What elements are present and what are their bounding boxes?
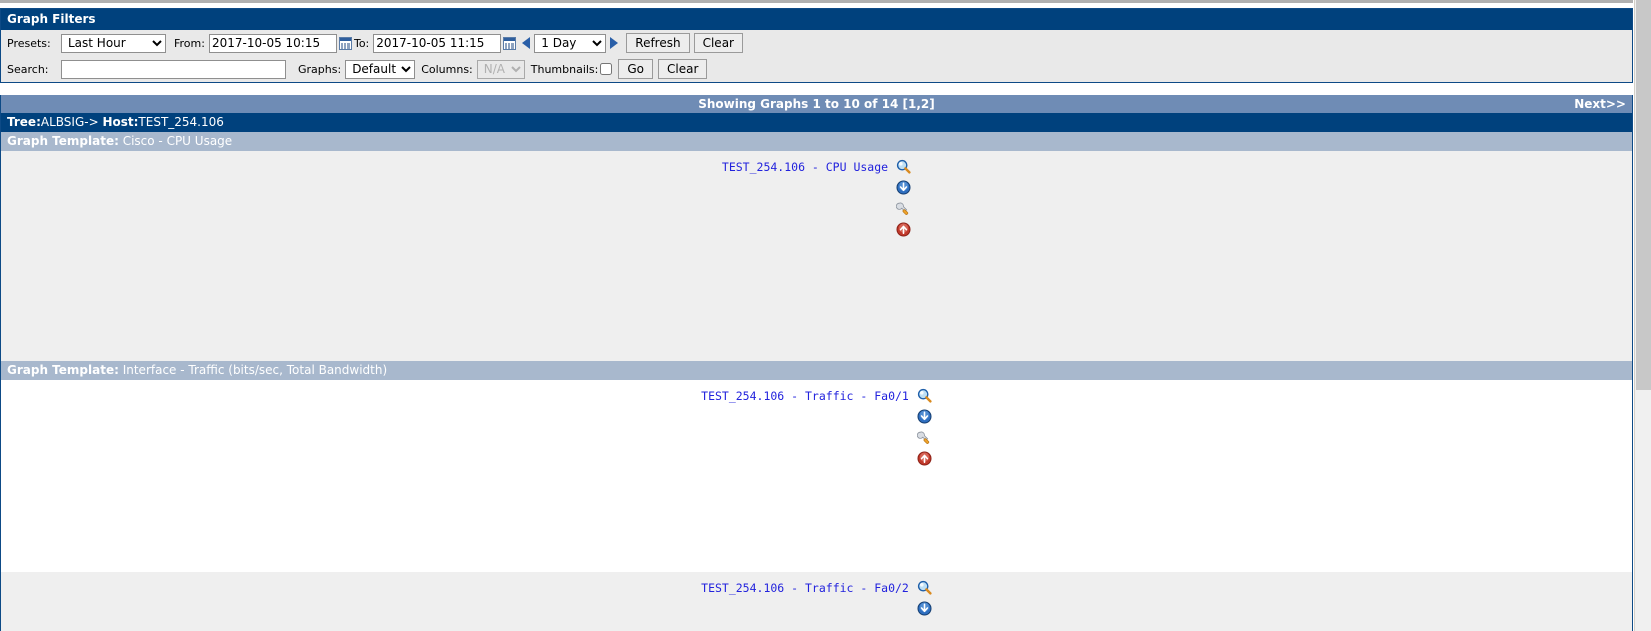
graph-block: TEST_254.106 - Traffic - Fa0/2	[1, 572, 1632, 631]
template-value-label: Interface - Traffic (bits/sec, Total Ban…	[118, 363, 388, 377]
arrow-left-icon[interactable]	[522, 37, 531, 49]
filter-row-1: Presets: Last Hour From: To: 1 Day Refre…	[1, 30, 1632, 56]
csv-export-icon[interactable]	[896, 180, 911, 195]
graph-inner: TEST_254.106 - Traffic - Fa0/2	[1, 572, 1632, 616]
search-label: Search:	[7, 62, 49, 76]
template-value-label: Cisco - CPU Usage	[118, 134, 233, 148]
graph-title-link[interactable]: TEST_254.106 - Traffic - Fa0/1	[701, 388, 909, 403]
thumbnails-checkbox[interactable]	[600, 63, 613, 75]
page-top-icon[interactable]	[896, 222, 911, 237]
clear-button[interactable]: Clear	[693, 33, 743, 53]
filter-row-2: Search: Graphs: Default Columns: N/A Thu…	[1, 56, 1632, 82]
properties-wrench-icon[interactable]	[895, 201, 911, 216]
calendar-icon[interactable]	[503, 36, 517, 50]
graph-action-icons	[916, 388, 932, 466]
calendar-icon[interactable]	[338, 36, 352, 50]
go-button[interactable]: Go	[618, 59, 654, 79]
columns-select[interactable]: N/A	[476, 59, 525, 79]
top-shadow-line	[0, 0, 1633, 3]
presets-select[interactable]: Last Hour	[61, 33, 166, 53]
graph-template-header: Graph Template: Cisco - CPU Usage	[1, 132, 1632, 151]
csv-export-icon[interactable]	[917, 601, 932, 616]
host-key-label: Host:	[102, 115, 139, 129]
graph-results-area: Showing Graphs 1 to 10 of 14 [1,2] Next>…	[0, 95, 1633, 631]
csv-export-icon[interactable]	[917, 409, 932, 424]
zoom-icon[interactable]	[896, 159, 911, 174]
from-label: From:	[174, 36, 205, 50]
host-value-label: TEST_254.106	[138, 115, 224, 129]
tree-key-label: Tree:	[7, 115, 41, 129]
presets-label: Presets:	[7, 36, 51, 50]
zoom-icon[interactable]	[917, 580, 932, 595]
paging-text: Showing Graphs 1 to 10 of 14 [1,2]	[698, 97, 935, 111]
graphs-label: Graphs:	[298, 62, 342, 76]
clear-filters-button[interactable]: Clear	[658, 59, 708, 79]
graphs-per-page-select[interactable]: Default	[345, 59, 416, 79]
refresh-button[interactable]: Refresh	[626, 33, 690, 53]
template-key-label: Graph Template:	[7, 134, 119, 148]
graph-cell: TEST_254.106 - CPU Usage	[722, 159, 911, 237]
interval-select[interactable]: 1 Day	[534, 33, 607, 53]
page-top-icon[interactable]	[917, 451, 932, 466]
graph-inner: TEST_254.106 - Traffic - Fa0/1	[1, 380, 1632, 466]
paging-bar: Showing Graphs 1 to 10 of 14 [1,2] Next>…	[1, 95, 1632, 113]
graph-template-header: Graph Template: Interface - Traffic (bit…	[1, 361, 1632, 380]
graph-filters-title: Graph Filters	[1, 9, 1632, 30]
graph-cell: TEST_254.106 - Traffic - Fa0/1	[701, 388, 932, 466]
browser-viewport: Graph Filters Presets: Last Hour From: T…	[0, 0, 1651, 631]
graph-block: TEST_254.106 - Traffic - Fa0/1	[1, 380, 1632, 572]
graph-inner: TEST_254.106 - CPU Usage	[1, 151, 1632, 237]
from-date-input[interactable]	[208, 33, 337, 53]
columns-label: Columns:	[421, 62, 473, 76]
to-label: To:	[353, 36, 370, 50]
graph-filters-panel: Graph Filters Presets: Last Hour From: T…	[0, 8, 1633, 83]
next-page-link[interactable]: Next>>	[1574, 95, 1626, 113]
scrollbar-thumb[interactable]	[1636, 0, 1651, 390]
template-key-label: Graph Template:	[7, 363, 119, 377]
tree-breadcrumb: Tree:ALBSIG-> Host:TEST_254.106	[1, 113, 1632, 132]
tree-value-label: ALBSIG->	[40, 115, 103, 129]
to-date-input[interactable]	[373, 33, 502, 53]
graph-action-icons	[895, 159, 911, 237]
graph-block: TEST_254.106 - CPU Usage	[1, 151, 1632, 361]
page-top-strip	[0, 0, 1633, 8]
zoom-icon[interactable]	[917, 388, 932, 403]
graph-filters-body: Presets: Last Hour From: To: 1 Day Refre…	[1, 30, 1632, 82]
arrow-right-icon[interactable]	[610, 37, 619, 49]
graph-cell: TEST_254.106 - Traffic - Fa0/2	[701, 580, 932, 616]
properties-wrench-icon[interactable]	[916, 430, 932, 445]
graph-title-link[interactable]: TEST_254.106 - Traffic - Fa0/2	[701, 580, 909, 595]
thumbnails-label: Thumbnails:	[530, 62, 599, 76]
graph-title-link[interactable]: TEST_254.106 - CPU Usage	[722, 159, 888, 174]
search-input[interactable]	[61, 59, 286, 79]
page-vertical-scrollbar[interactable]	[1634, 0, 1651, 631]
graph-action-icons	[917, 580, 932, 616]
